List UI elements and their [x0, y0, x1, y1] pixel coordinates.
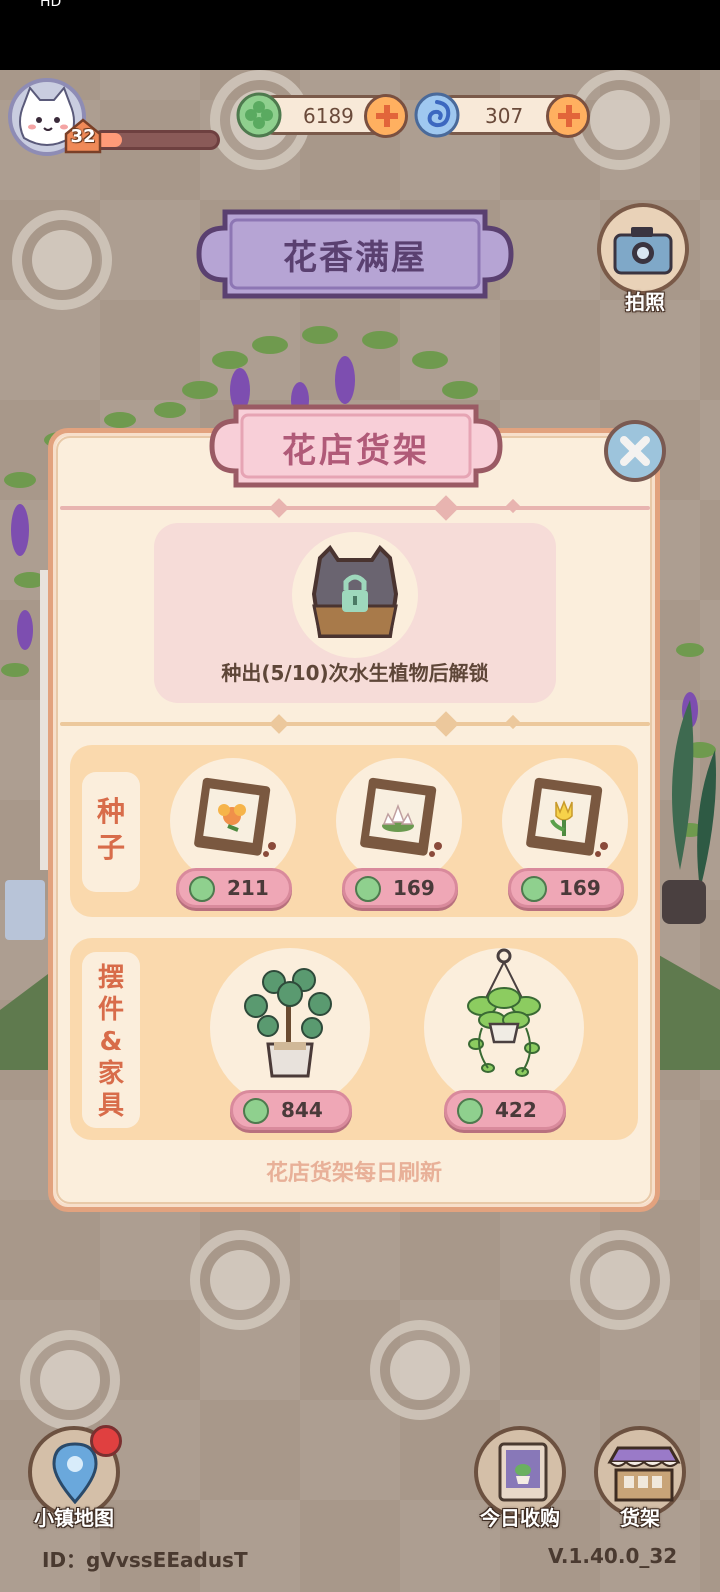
app-version: V.1.40.0_32	[548, 1544, 678, 1568]
price-value: 844	[281, 1098, 323, 1122]
market-stall-icon	[607, 1446, 681, 1502]
price-value: 169	[559, 876, 601, 900]
middle-divider	[60, 722, 650, 726]
location-title-plaque: 花香满屋	[195, 208, 515, 300]
camera-icon	[613, 227, 673, 275]
close-icon	[620, 436, 650, 466]
clover-coin-icon	[236, 92, 282, 138]
level-badge: 32	[62, 118, 104, 154]
map-pin-icon	[52, 1442, 98, 1504]
seed-item-1[interactable]	[170, 758, 296, 884]
price-value: 169	[393, 876, 435, 900]
shelf-label: 货架	[620, 1506, 660, 1530]
location-title: 花香满屋	[283, 238, 427, 278]
price-value: 422	[495, 1098, 537, 1122]
status-bar: HD	[0, 0, 720, 70]
seed-item-2-price[interactable]: 169	[342, 868, 458, 908]
camera-button[interactable]	[597, 203, 689, 295]
price-value: 211	[227, 876, 269, 900]
sun-decoration-icon	[370, 1320, 470, 1420]
sun-decoration-icon	[190, 1230, 290, 1330]
clover-coin-icon	[243, 1098, 269, 1124]
seed-item-3[interactable]	[502, 758, 628, 884]
daily-refresh-note: 花店货架每日刷新	[265, 1161, 442, 1186]
seeds-category-label: 种子	[82, 772, 140, 892]
top-divider	[60, 506, 650, 510]
seed-item-2[interactable]	[336, 758, 462, 884]
decor-item-2-price[interactable]: 422	[444, 1090, 566, 1130]
decor-item-1-price[interactable]: 844	[230, 1090, 352, 1130]
hanging-plant-icon	[467, 948, 541, 1077]
clover-coin-icon	[457, 1098, 483, 1124]
decor-item-1[interactable]	[210, 948, 370, 1108]
sun-decoration-icon	[570, 1230, 670, 1330]
locked-chest-icon	[311, 544, 399, 638]
xp-progress-bar	[92, 130, 220, 150]
notification-dot	[90, 1425, 122, 1457]
marigold-seed-packet-icon	[194, 777, 276, 857]
seeds-label-text: 种子	[96, 795, 125, 864]
water-lily-seed-packet-icon	[360, 777, 442, 857]
town-map-label: 小镇地图	[34, 1506, 114, 1530]
clover-currency-value: 6189	[303, 104, 354, 128]
clover-coin-icon	[355, 876, 381, 902]
modal-title-plaque: 花店货架	[208, 403, 504, 489]
camera-label: 拍照	[625, 290, 665, 314]
gem-currency-value: 307	[485, 104, 524, 128]
seed-item-3-price[interactable]: 169	[508, 868, 624, 908]
user-id: ID：gVvssEEadusT	[42, 1548, 248, 1572]
decor-item-2[interactable]	[424, 948, 584, 1108]
player-level: 32	[70, 126, 96, 147]
add-gem-button[interactable]	[546, 94, 590, 138]
clover-coin-icon	[189, 876, 215, 902]
decor-label-text: 摆件&家具	[97, 963, 124, 1121]
add-clover-button[interactable]	[364, 94, 408, 138]
locked-item-circle	[292, 532, 418, 658]
status-indicator: HD	[40, 0, 62, 10]
potted-plant-icon	[244, 968, 332, 1078]
decor-category-label: 摆件&家具	[82, 952, 140, 1128]
blue-swirl-gem-icon	[414, 92, 460, 138]
modal-title: 花店货架	[282, 431, 430, 471]
unlock-requirement-text: 种出(5/10)次水生植物后解锁	[221, 661, 489, 685]
seed-item-1-price[interactable]: 211	[176, 868, 292, 908]
close-button[interactable]	[604, 420, 666, 482]
order-board-icon	[498, 1442, 548, 1502]
sun-decoration-icon	[20, 1330, 120, 1430]
clover-coin-icon	[521, 876, 547, 902]
daily-purchase-label: 今日收购	[480, 1506, 560, 1530]
tulip-seed-packet-icon	[526, 777, 608, 857]
